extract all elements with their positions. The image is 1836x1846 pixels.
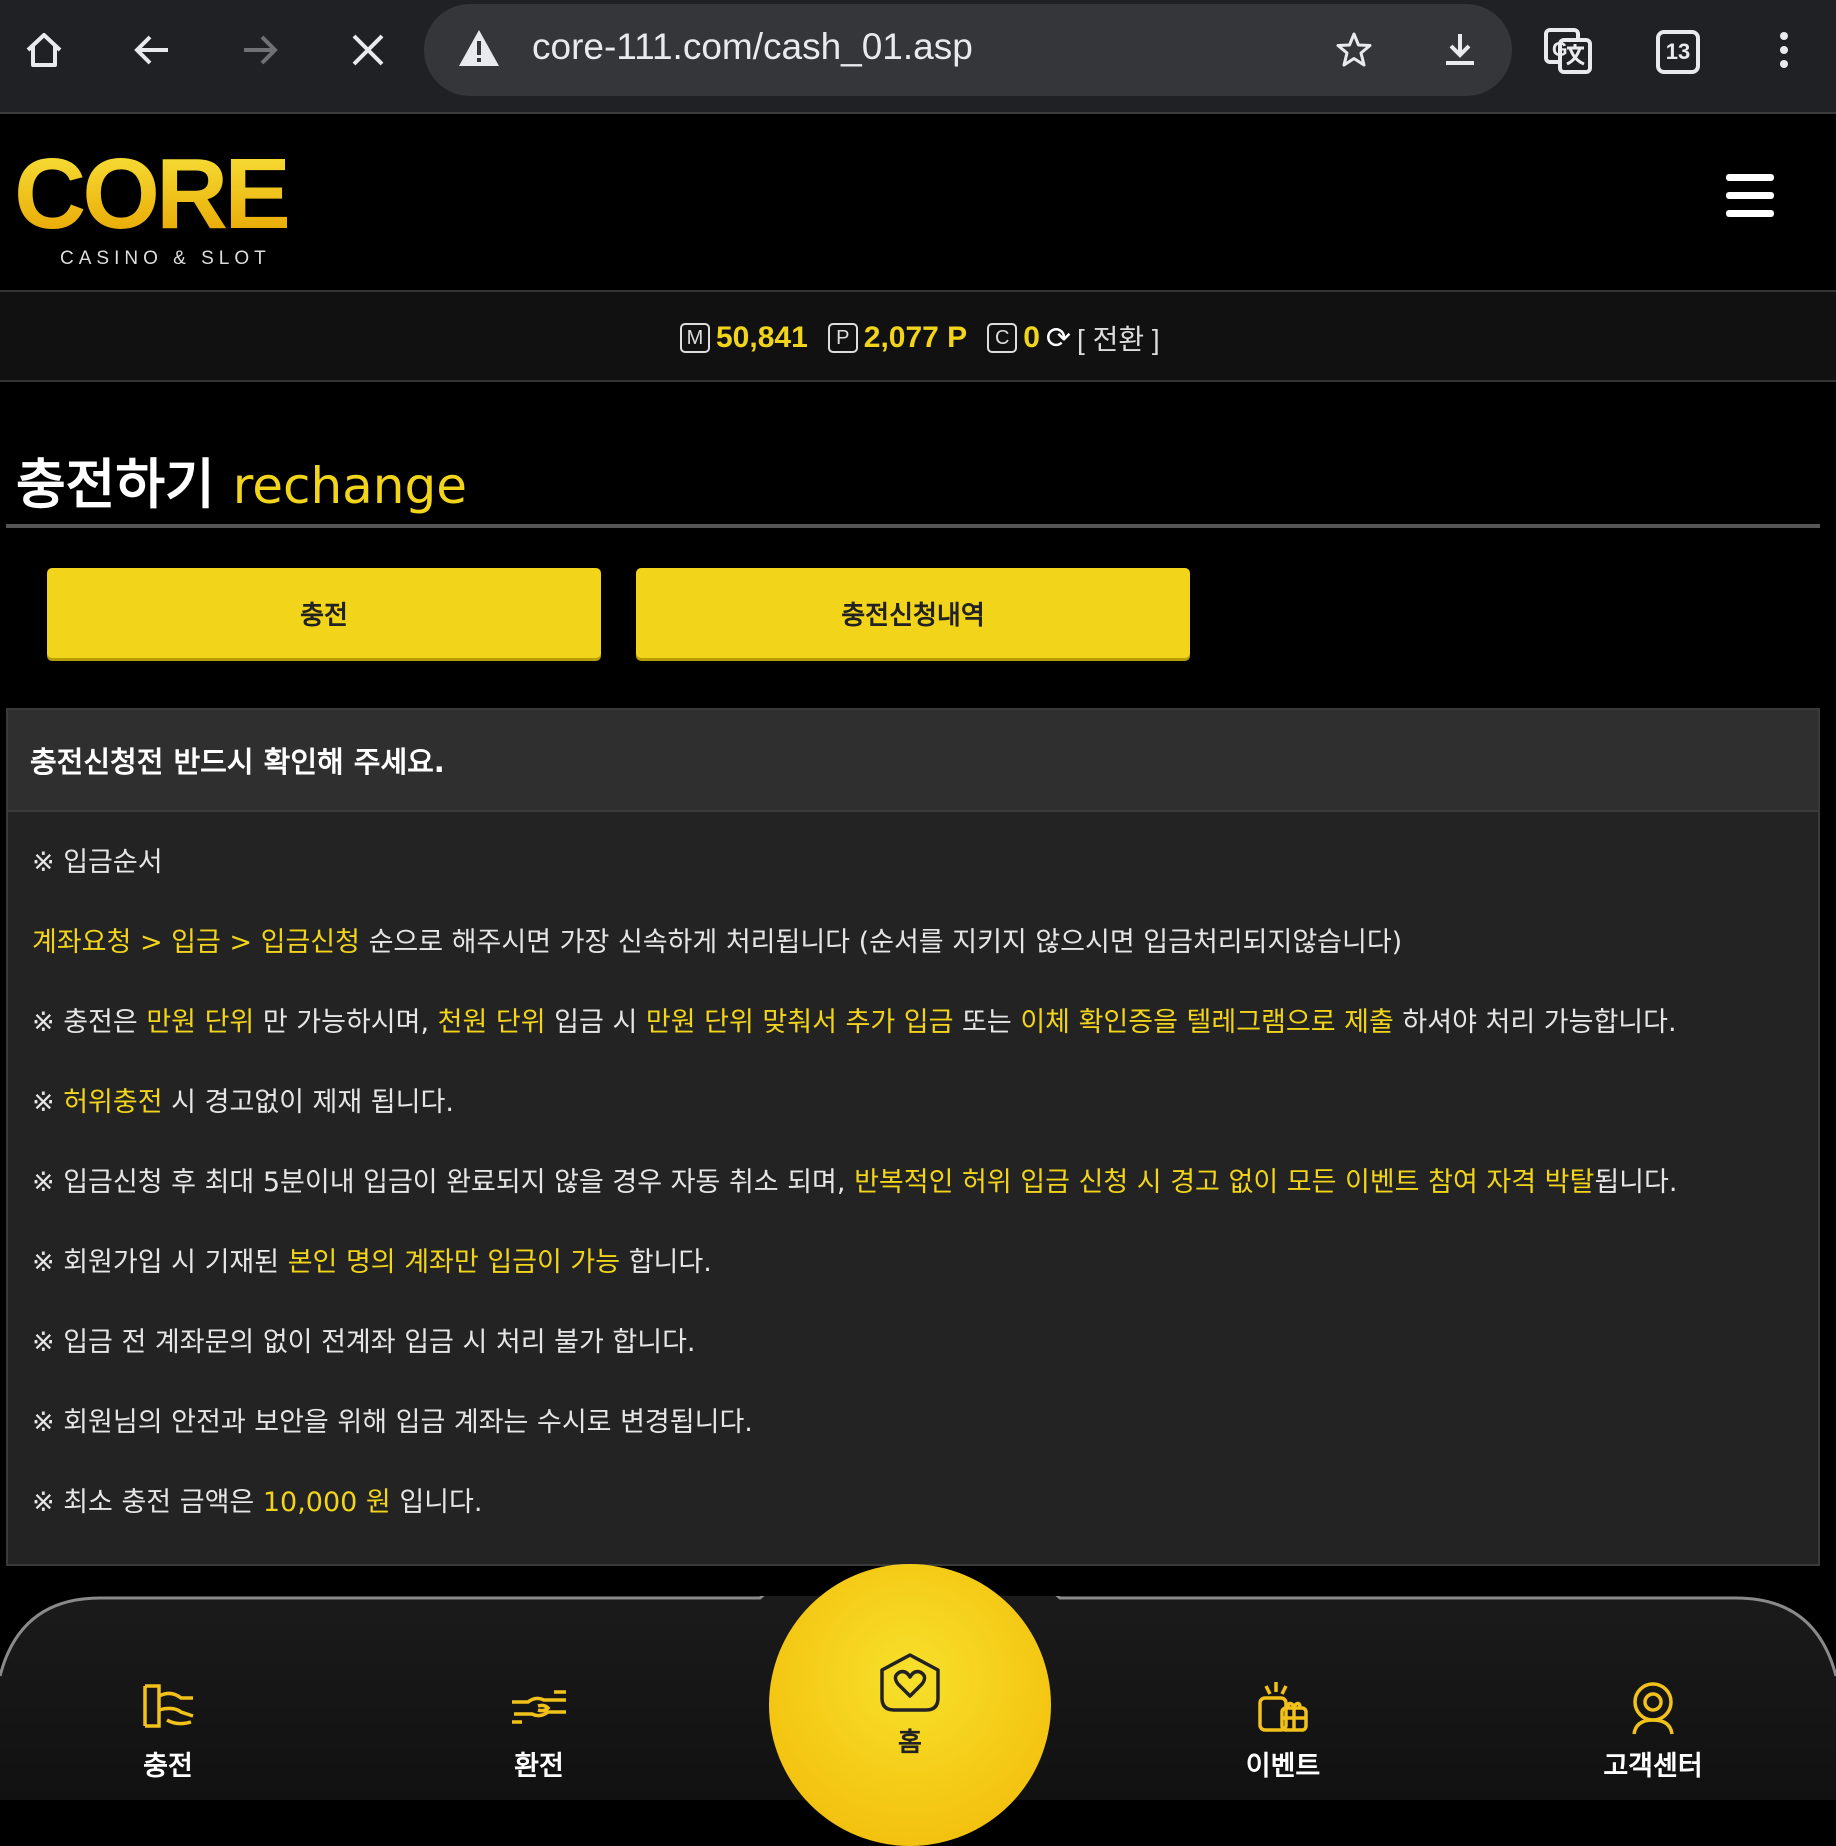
home-button[interactable]: 홈	[769, 1564, 1051, 1846]
notice-panel: 충전신청전 반드시 확인해 주세요. ※ 입금순서계좌요청 > 입금 > 입금신…	[6, 708, 1820, 1566]
notice-text: 시 경고없이 제재 됩니다.	[162, 1087, 454, 1118]
title-divider	[6, 524, 1820, 528]
close-icon[interactable]	[332, 18, 404, 82]
notice-text: ※ 입금 전 계좌문의 없이 전계좌 입금 시 처리 불가 합니다.	[32, 1327, 696, 1358]
notice-text: ※ 회원가입 시 기재된	[32, 1247, 288, 1278]
balance-bar: M 50,841 P 2,077 P C 0 ⟳ [ 전환 ]	[0, 292, 1836, 382]
tab-charge-history[interactable]: 충전신청내역	[636, 568, 1190, 658]
notice-text: ※ 최소 충전 금액은	[32, 1487, 263, 1518]
site-logo[interactable]: CORE CASINO & SLOT	[14, 138, 291, 270]
nav-event[interactable]: 이벤트	[1193, 1676, 1373, 1783]
notice-highlight: 10,000 원	[262, 1487, 391, 1518]
gift-icon	[1258, 1682, 1308, 1732]
nav-exchange-label: 환전	[514, 1751, 564, 1782]
charge-icon	[143, 1684, 194, 1728]
notice-line: ※ 입금 전 계좌문의 없이 전계좌 입금 시 처리 불가 합니다.	[32, 1318, 1818, 1398]
svg-text:G: G	[1552, 39, 1568, 61]
notice-text: 입니다.	[390, 1487, 483, 1518]
page-title-ko: 충전하기	[16, 453, 215, 516]
site-header: CORE CASINO & SLOT	[0, 114, 1836, 293]
nav-charge-label: 충전	[143, 1751, 193, 1782]
tab-switcher-button[interactable]: 13	[1656, 30, 1700, 74]
notice-text: ※ 입금신청 후 최대 5분이내 입금이 완료되지 않을 경우 자동 취소 되며…	[32, 1167, 855, 1198]
url-text[interactable]: core-111.com/cash_01.asp	[532, 26, 973, 68]
notice-highlight: 만원 단위	[146, 1007, 255, 1038]
notice-highlight: 이체 확인증을 텔레그램으로 제출	[1020, 1007, 1394, 1038]
back-arrow-icon[interactable]	[116, 18, 188, 82]
translate-icon[interactable]: G	[1532, 18, 1604, 82]
exchange-icon	[512, 1690, 566, 1724]
notice-text: 합니다.	[620, 1247, 712, 1278]
tab-charge[interactable]: 충전	[47, 568, 601, 658]
nav-support[interactable]: 고객센터	[1563, 1676, 1743, 1783]
notice-highlight: 허위충전	[63, 1087, 163, 1118]
notice-text: ※ 충전은	[32, 1007, 147, 1038]
home-icon[interactable]	[8, 18, 80, 82]
notice-text: 또는	[953, 1007, 1021, 1038]
hamburger-menu-icon[interactable]	[1726, 174, 1774, 218]
browser-toolbar: core-111.com/cash_01.asp G 13	[0, 0, 1836, 114]
notice-text: ※ 입금순서	[32, 847, 163, 878]
nav-support-label: 고객센터	[1603, 1751, 1703, 1782]
point-balance: 2,077 P	[863, 321, 968, 354]
notice-line: ※ 회원가입 시 기재된 본인 명의 계좌만 입금이 가능 합니다.	[32, 1238, 1818, 1318]
notice-highlight: 계좌요청 > 입금 > 입금신청	[32, 927, 360, 958]
page-title-en: rechange	[232, 457, 467, 515]
nav-event-label: 이벤트	[1245, 1751, 1321, 1782]
logo-subtitle: CASINO & SLOT	[60, 248, 271, 269]
money-balance: 50,841	[716, 321, 808, 354]
notice-text: 순으로 해주시면 가장 신속하게 처리됩니다 (순서를 지키지 않으시면 입금처…	[359, 927, 1403, 958]
notice-line: ※ 허위충전 시 경고없이 제재 됩니다.	[32, 1078, 1818, 1158]
address-bar[interactable]: core-111.com/cash_01.asp	[424, 4, 1512, 96]
coin-icon: C	[987, 323, 1018, 353]
notice-line: ※ 최소 충전 금액은 10,000 원 입니다.	[32, 1478, 1818, 1558]
notice-highlight: 반복적인 허위 입금 신청 시 경고 없이 모든 이벤트 참여 자격 박탈	[854, 1167, 1595, 1198]
notice-header: 충전신청전 반드시 확인해 주세요.	[8, 710, 1818, 812]
coin-balance: 0	[1023, 321, 1040, 354]
notice-text: ※	[32, 1087, 64, 1118]
more-menu-icon[interactable]	[1748, 18, 1820, 82]
nav-charge[interactable]: 충전	[78, 1676, 258, 1783]
nav-exchange[interactable]: 환전	[449, 1676, 629, 1783]
notice-line: 계좌요청 > 입금 > 입금신청 순으로 해주시면 가장 신속하게 처리됩니다 …	[32, 918, 1818, 998]
support-icon	[1632, 1682, 1674, 1735]
page-title: 충전하기 rechange	[16, 440, 467, 519]
notice-line: ※ 회원님의 안전과 보안을 위해 입금 계좌는 수시로 변경됩니다.	[32, 1398, 1818, 1478]
point-icon: P	[827, 323, 858, 353]
notice-text: 입금 시	[545, 1007, 646, 1038]
notice-text: 됩니다.	[1594, 1167, 1678, 1198]
star-icon[interactable]	[1326, 24, 1382, 76]
forward-arrow-icon[interactable]	[224, 18, 296, 82]
notice-line: ※ 입금순서	[32, 838, 1818, 918]
logo-text: CORE	[14, 138, 291, 250]
notice-highlight: 만원 단위 맞춰서 추가 입금	[645, 1007, 954, 1038]
download-icon[interactable]	[1432, 24, 1488, 76]
notice-body: ※ 입금순서계좌요청 > 입금 > 입금신청 순으로 해주시면 가장 신속하게 …	[8, 812, 1818, 1558]
switch-button[interactable]: [ 전환 ]	[1077, 318, 1160, 358]
notice-text: 만 가능하시며,	[254, 1007, 438, 1038]
notice-text: ※ 회원님의 안전과 보안을 위해 입금 계좌는 수시로 변경됩니다.	[32, 1407, 753, 1438]
notice-text: 하셔야 처리 가능합니다.	[1393, 1007, 1677, 1038]
refresh-icon[interactable]: ⟳	[1046, 321, 1071, 356]
notice-line: ※ 입금신청 후 최대 5분이내 입금이 완료되지 않을 경우 자동 취소 되며…	[32, 1158, 1818, 1238]
home-label: 홈	[898, 1728, 922, 1758]
money-icon: M	[680, 323, 710, 353]
notice-highlight: 천원 단위	[437, 1007, 546, 1038]
warning-icon[interactable]	[456, 26, 502, 72]
notice-highlight: 본인 명의 계좌만 입금이 가능	[287, 1247, 621, 1278]
home-heart-icon	[880, 1653, 940, 1712]
notice-line: ※ 충전은 만원 단위 만 가능하시며, 천원 단위 입금 시 만원 단위 맞춰…	[32, 998, 1818, 1078]
